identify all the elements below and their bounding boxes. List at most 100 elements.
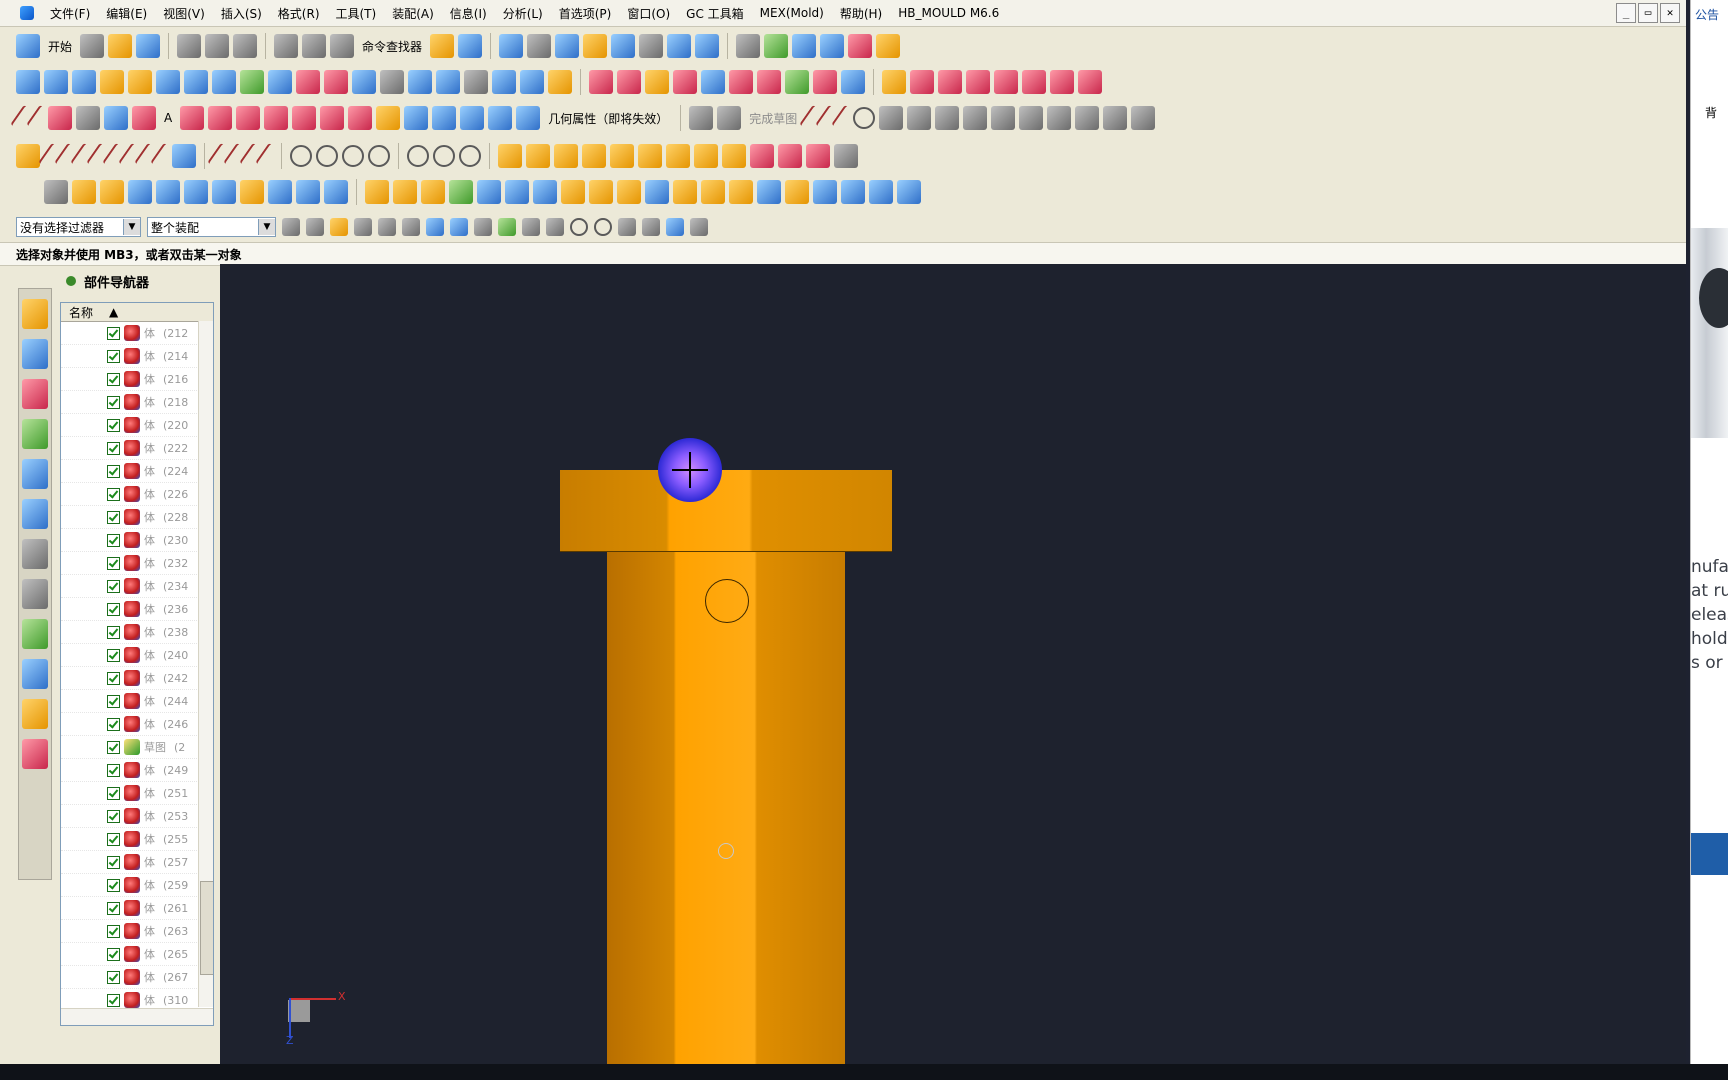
tree-row[interactable]: 体 (255 bbox=[61, 828, 213, 851]
save-icon[interactable] bbox=[136, 34, 161, 58]
trim-sheet-icon[interactable] bbox=[352, 70, 376, 94]
menu-format[interactable]: 格式(R) bbox=[270, 5, 328, 22]
properties-icon[interactable] bbox=[736, 34, 761, 58]
hand-icon[interactable] bbox=[128, 70, 152, 94]
rib-icon[interactable] bbox=[212, 180, 236, 204]
rectangle-select-icon[interactable] bbox=[402, 218, 420, 236]
pin-icon[interactable] bbox=[66, 276, 76, 286]
groove-icon[interactable] bbox=[694, 144, 718, 168]
sketch-rectangle-icon[interactable] bbox=[935, 106, 960, 130]
sketch-point-icon[interactable] bbox=[991, 106, 1016, 130]
visibility-checkbox[interactable] bbox=[107, 579, 120, 593]
tree-row[interactable]: 体 (257 bbox=[61, 851, 213, 874]
tree-row[interactable]: 体 (226 bbox=[61, 483, 213, 506]
visibility-checkbox[interactable] bbox=[107, 464, 120, 478]
circle-center-icon[interactable] bbox=[290, 145, 312, 167]
transition-icon[interactable] bbox=[464, 70, 488, 94]
reuse-library-icon[interactable] bbox=[22, 419, 48, 449]
control-point-snap-icon[interactable] bbox=[522, 218, 540, 236]
visibility-checkbox[interactable] bbox=[107, 924, 120, 938]
orient-view-icon[interactable] bbox=[555, 34, 580, 58]
snap-options-icon[interactable] bbox=[690, 218, 708, 236]
intersection-curve-icon[interactable] bbox=[404, 106, 429, 130]
swept-icon[interactable] bbox=[268, 70, 292, 94]
visibility-checkbox[interactable] bbox=[107, 625, 120, 639]
restore-button[interactable]: ▭ bbox=[1638, 3, 1658, 23]
roles-icon[interactable] bbox=[22, 699, 48, 729]
chevron-down-icon[interactable]: ▼ bbox=[123, 219, 140, 235]
menu-info[interactable]: 信息(I) bbox=[442, 5, 495, 22]
tree-row[interactable]: 体 (236 bbox=[61, 598, 213, 621]
visibility-checkbox[interactable] bbox=[107, 809, 120, 823]
arrow-tool-icon[interactable] bbox=[820, 34, 845, 58]
visibility-checkbox[interactable] bbox=[107, 993, 120, 1007]
polygon-icon[interactable] bbox=[104, 106, 128, 130]
chevron-down-icon[interactable]: ▼ bbox=[258, 219, 275, 235]
ruler-icon[interactable] bbox=[876, 34, 901, 58]
menu-file[interactable]: 文件(F) bbox=[42, 5, 98, 22]
spline-icon[interactable] bbox=[132, 106, 156, 130]
part-shaft[interactable] bbox=[607, 552, 845, 1064]
mesh-icon[interactable] bbox=[72, 70, 96, 94]
visibility-checkbox[interactable] bbox=[107, 740, 120, 754]
visibility-checkbox[interactable] bbox=[107, 418, 120, 432]
project-curve-icon[interactable] bbox=[348, 106, 373, 130]
hole-outline[interactable] bbox=[705, 579, 749, 623]
quadrant-snap-icon[interactable] bbox=[594, 218, 612, 236]
copy-icon[interactable] bbox=[205, 34, 230, 58]
visibility-checkbox[interactable] bbox=[107, 487, 120, 501]
curve-rule-icon[interactable] bbox=[354, 218, 372, 236]
sketch-dimension-icon[interactable] bbox=[1131, 106, 1156, 130]
visibility-checkbox[interactable] bbox=[107, 326, 120, 340]
sew-icon[interactable] bbox=[589, 70, 613, 94]
menu-gc-toolbox[interactable]: GC 工具箱 bbox=[678, 5, 752, 22]
extrude-icon[interactable] bbox=[498, 144, 522, 168]
point-on-curve-icon[interactable] bbox=[433, 145, 455, 167]
selection-filter-dropdown[interactable]: 没有选择过滤器 ▼ bbox=[16, 217, 141, 237]
tree-row[interactable]: 体 (230 bbox=[61, 529, 213, 552]
through-curves-icon[interactable] bbox=[184, 70, 208, 94]
undo-icon[interactable] bbox=[274, 34, 299, 58]
history-icon[interactable] bbox=[22, 539, 48, 569]
part-navigator-icon[interactable] bbox=[22, 379, 48, 409]
menu-preferences[interactable]: 首选项(P) bbox=[551, 5, 620, 22]
visibility-checkbox[interactable] bbox=[107, 970, 120, 984]
thicken-icon[interactable] bbox=[701, 70, 725, 94]
measure-icon[interactable] bbox=[848, 34, 873, 58]
menu-help[interactable]: 帮助(H) bbox=[832, 5, 890, 22]
visibility-checkbox[interactable] bbox=[107, 372, 120, 386]
wrap-icon[interactable] bbox=[488, 106, 513, 130]
menu-window[interactable]: 窗口(O) bbox=[619, 5, 678, 22]
minimize-button[interactable]: _ bbox=[1616, 3, 1636, 23]
face-blend-icon[interactable] bbox=[617, 180, 641, 204]
sketch-extend-icon[interactable] bbox=[1075, 106, 1100, 130]
tree-row[interactable]: 体 (214 bbox=[61, 345, 213, 368]
hyperbola-icon[interactable] bbox=[236, 106, 261, 130]
helix-icon[interactable] bbox=[264, 106, 289, 130]
patch-icon[interactable] bbox=[617, 70, 641, 94]
shell-icon[interactable] bbox=[240, 180, 264, 204]
scale-body-icon[interactable] bbox=[324, 180, 348, 204]
visibility-checkbox[interactable] bbox=[107, 441, 120, 455]
horizontal-scrollbar[interactable] bbox=[61, 1008, 213, 1025]
chamfer-curve-icon[interactable] bbox=[994, 70, 1018, 94]
mid-point-snap-icon[interactable] bbox=[498, 218, 516, 236]
sketch-trim-icon[interactable] bbox=[1047, 106, 1072, 130]
tree-row[interactable]: 草图 (2 bbox=[61, 736, 213, 759]
sketch-offset-icon[interactable] bbox=[1019, 106, 1044, 130]
visibility-checkbox[interactable] bbox=[107, 878, 120, 892]
open-folder-icon[interactable] bbox=[108, 34, 133, 58]
tree-row[interactable]: 体 (246 bbox=[61, 713, 213, 736]
sketch-polygon-icon[interactable] bbox=[963, 106, 988, 130]
split-body-icon[interactable] bbox=[393, 180, 417, 204]
text-tool-icon[interactable]: A bbox=[160, 111, 176, 125]
rectangle-icon[interactable] bbox=[76, 106, 100, 130]
datum-plane-icon[interactable] bbox=[44, 180, 68, 204]
extract-icon[interactable] bbox=[460, 106, 485, 130]
analysis-icon[interactable] bbox=[792, 34, 817, 58]
wcs-icon[interactable] bbox=[695, 34, 720, 58]
intersection-snap-icon[interactable] bbox=[546, 218, 564, 236]
sketch-plane-icon[interactable] bbox=[16, 70, 40, 94]
visibility-checkbox[interactable] bbox=[107, 602, 120, 616]
menu-view[interactable]: 视图(V) bbox=[155, 5, 213, 22]
